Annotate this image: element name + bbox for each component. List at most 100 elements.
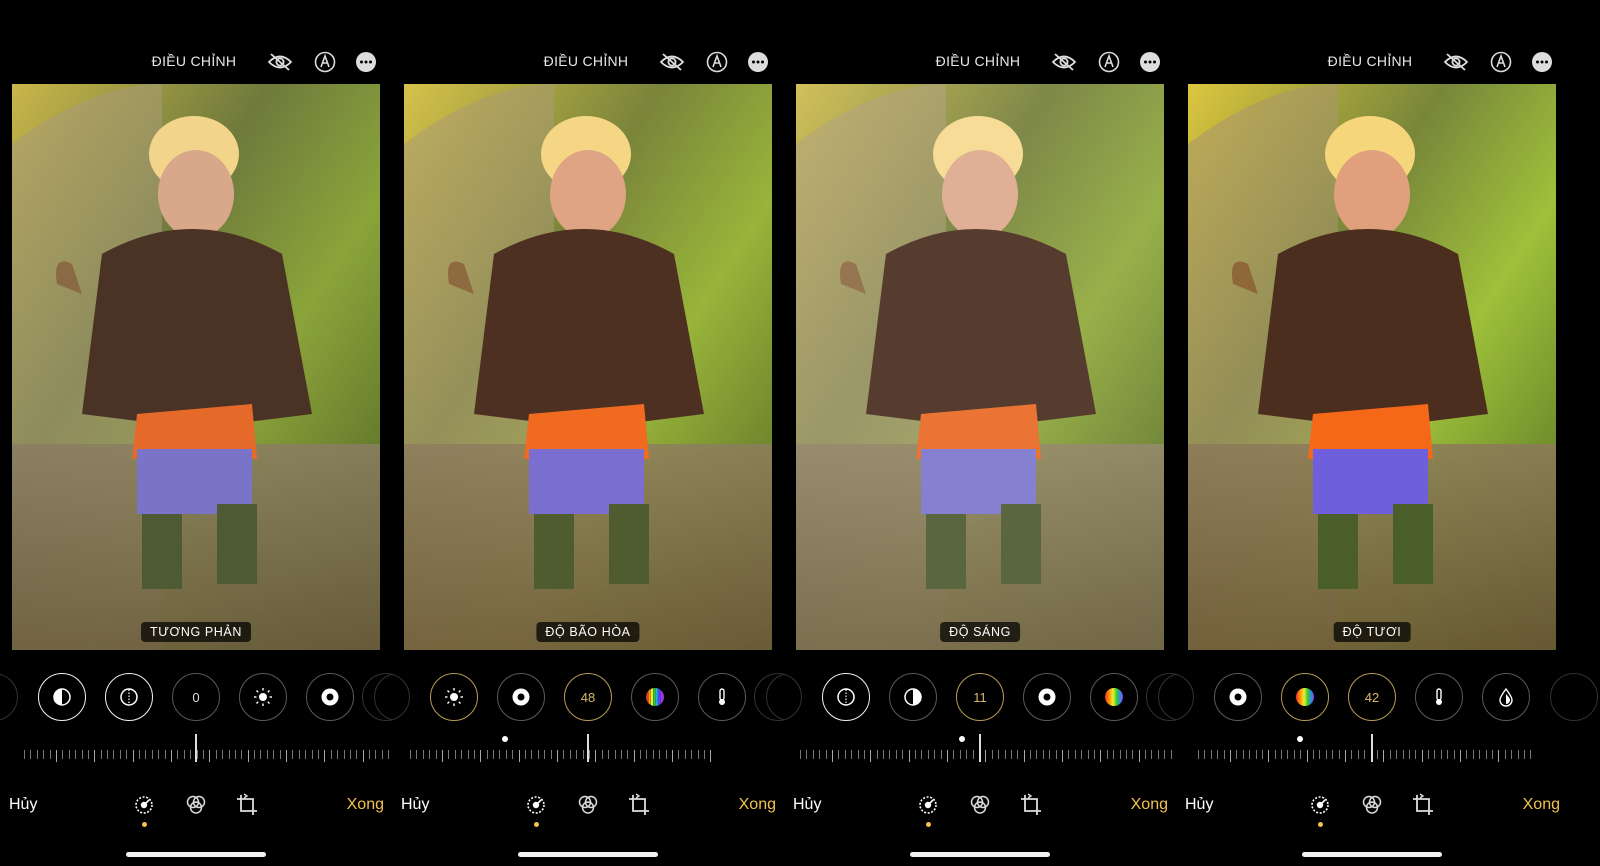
eye-slash-icon[interactable] [268, 50, 292, 74]
markup-pen-icon[interactable] [705, 50, 729, 74]
filters-icon[interactable] [183, 792, 209, 818]
adjust-dial-icon[interactable] [131, 792, 157, 818]
eye-slash-icon[interactable] [660, 50, 684, 74]
adjustment-tools-strip: 42 [1146, 673, 1598, 725]
top-bar: ĐIỀU CHỈNH [1176, 44, 1568, 80]
cancel-button[interactable]: Hủy [1185, 796, 1213, 814]
tool-contrast[interactable] [889, 673, 937, 721]
adjustment-name-label: ĐỘ TƯƠI [1333, 622, 1411, 642]
more-icon[interactable] [354, 50, 378, 74]
more-icon[interactable] [746, 50, 770, 74]
slider-center-line [979, 734, 981, 762]
adjustment-slider[interactable] [0, 730, 422, 762]
black-point-icon [321, 688, 339, 706]
tool-brilliance[interactable] [38, 673, 86, 721]
tool-contrast-value[interactable]: 0 [172, 673, 220, 721]
active-tab-indicator [534, 822, 539, 827]
filters-icon[interactable] [967, 792, 993, 818]
slider-center-line [1371, 734, 1373, 762]
home-indicator [126, 852, 266, 857]
tool-warmth[interactable] [698, 673, 746, 721]
tool-saturation-value[interactable]: 48 [564, 673, 612, 721]
tool-brightness[interactable] [239, 673, 287, 721]
markup-pen-icon[interactable] [1489, 50, 1513, 74]
home-indicator [1302, 852, 1442, 857]
cancel-button[interactable]: Hủy [9, 796, 37, 814]
adjustment-slider[interactable] [1176, 730, 1568, 762]
filters-icon[interactable] [1359, 792, 1385, 818]
done-button[interactable]: Xong [1131, 796, 1168, 814]
done-button[interactable]: Xong [739, 796, 776, 814]
crop-rotate-icon[interactable] [1018, 792, 1044, 818]
tool-brightness[interactable] [430, 673, 478, 721]
adjustment-tools-strip: 48 [362, 673, 814, 725]
photo-child-image [1188, 84, 1556, 650]
slider-ticks [24, 750, 427, 764]
tool-offscreen-left[interactable] [0, 673, 18, 721]
more-icon[interactable] [1530, 50, 1554, 74]
screen-vibrance: ĐIỀU CHỈNH ĐỘ TƯƠI 42 Hủy Xong [1146, 0, 1598, 866]
screen-saturation: ĐIỀU CHỈNH ĐỘ BÃO HÒA 48 Hủy Xong [362, 0, 814, 866]
done-button[interactable]: Xong [347, 796, 384, 814]
tool-vibrance-value[interactable]: 42 [1348, 673, 1396, 721]
photo-child-image [404, 84, 772, 650]
more-icon[interactable] [1138, 50, 1162, 74]
header-title: ĐIỀU CHỈNH [543, 53, 629, 69]
adjust-dial-icon[interactable] [915, 792, 941, 818]
brilliance-icon [53, 688, 71, 706]
photo-preview: ĐỘ SÁNG [796, 84, 1164, 650]
sun-icon [254, 688, 272, 706]
tool-warmth[interactable] [1415, 673, 1463, 721]
tool-blackpoint[interactable] [1023, 673, 1071, 721]
tool-blackpoint[interactable] [1214, 673, 1262, 721]
adjust-dial-icon[interactable] [523, 792, 549, 818]
screen-contrast: ĐIỀU CHỈNH TƯƠNG PHẢN 0 Hủy Xong [0, 0, 422, 866]
tool-value: 42 [1364, 689, 1380, 705]
done-button[interactable]: Xong [1523, 796, 1560, 814]
tool-offscreen-left[interactable] [754, 673, 802, 721]
screens-container: ĐIỀU CHỈNH TƯƠNG PHẢN 0 Hủy Xong ĐIỀU CH… [0, 0, 1600, 866]
screen-brightness: ĐIỀU CHỈNH ĐỘ SÁNG 11 Hủy Xong [754, 0, 1206, 866]
tool-offscreen-left[interactable] [1146, 673, 1194, 721]
saturation-color-wheel-icon [1105, 688, 1123, 706]
crop-rotate-icon[interactable] [626, 792, 652, 818]
bottom-bar: Hủy Xong [1176, 792, 1568, 827]
tool-value: 0 [192, 689, 200, 705]
eye-slash-icon[interactable] [1444, 50, 1468, 74]
active-tab-indicator [142, 822, 147, 827]
top-bar: ĐIỀU CHỈNH [784, 44, 1176, 80]
adjust-dial-icon[interactable] [1307, 792, 1333, 818]
tool-brightness-value[interactable]: 11 [956, 673, 1004, 721]
tool-blackpoint[interactable] [497, 673, 545, 721]
tool-saturation[interactable] [1281, 673, 1329, 721]
black-point-icon [1229, 688, 1247, 706]
tool-value: 11 [973, 689, 987, 705]
markup-pen-icon[interactable] [313, 50, 337, 74]
tool-vibrance[interactable] [631, 673, 679, 721]
cancel-button[interactable]: Hủy [793, 796, 821, 814]
tool-offscreen-right[interactable] [1550, 673, 1598, 721]
crop-rotate-icon[interactable] [234, 792, 260, 818]
tool-blackpoint[interactable] [306, 673, 354, 721]
contrast-icon [904, 688, 922, 706]
top-bar: ĐIỀU CHỈNH [0, 44, 392, 80]
photo-preview: ĐỘ BÃO HÒA [404, 84, 772, 650]
slider-ticks [800, 750, 1190, 764]
eye-slash-icon[interactable] [1052, 50, 1076, 74]
tool-tint[interactable] [1482, 673, 1530, 721]
tool-saturation[interactable] [1090, 673, 1138, 721]
cancel-button[interactable]: Hủy [401, 796, 429, 814]
tint-drop-icon [1499, 687, 1513, 707]
adjustment-slider[interactable] [784, 730, 1185, 762]
bottom-bar: Hủy Xong [392, 792, 784, 827]
markup-pen-icon[interactable] [1097, 50, 1121, 74]
crop-rotate-icon[interactable] [1410, 792, 1436, 818]
thermometer-icon [1436, 688, 1442, 705]
slider-ticks [1198, 750, 1537, 764]
filters-icon[interactable] [575, 792, 601, 818]
tool-offscreen-left[interactable] [362, 673, 410, 721]
tool-shadows[interactable] [105, 673, 153, 721]
adjustment-slider[interactable] [392, 730, 784, 762]
photo-preview: ĐỘ TƯƠI [1188, 84, 1556, 650]
tool-shadows[interactable] [822, 673, 870, 721]
